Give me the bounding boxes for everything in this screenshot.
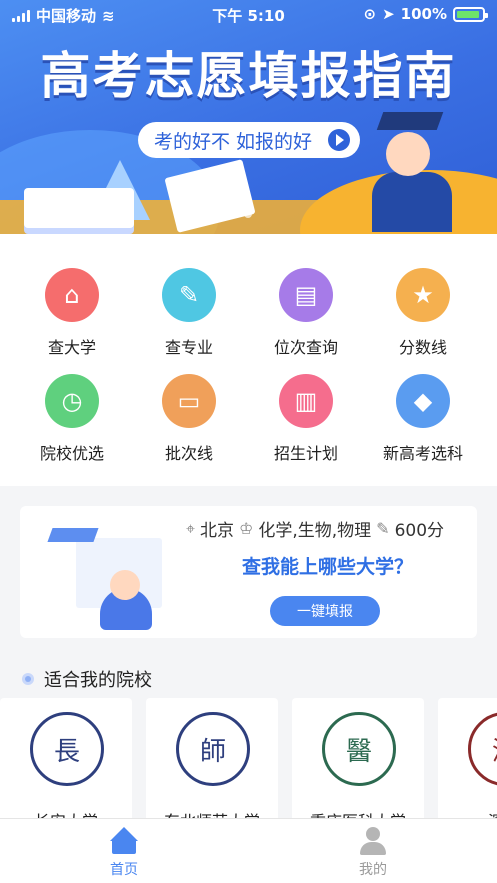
clock-icon: ◷ bbox=[45, 374, 99, 428]
books-illustration bbox=[24, 188, 134, 228]
tab-home[interactable]: 首页 bbox=[74, 827, 174, 879]
university-logo: 師 bbox=[176, 712, 250, 786]
menu-label: 位次查询 bbox=[273, 338, 338, 357]
banner-subtitle: 考的好不 如报的好 bbox=[154, 130, 313, 153]
student-illustration bbox=[47, 518, 190, 630]
menu-item-score-line[interactable]: ★ 分数线 bbox=[361, 268, 485, 358]
carousel-dot bbox=[244, 210, 252, 218]
university-card[interactable]: 長 长安大学 bbox=[0, 698, 132, 820]
menu-item-search-university[interactable]: ⌂ 查大学 bbox=[10, 268, 134, 358]
carousel-dot bbox=[200, 210, 218, 218]
play-icon bbox=[328, 129, 350, 151]
feature-menu: ⌂ 查大学 ✎ 查专业 ▤ 位次查询 ★ 分数线 ◷ 院校优选 ▭ 批次线 ▥ … bbox=[0, 234, 497, 486]
banner-subtitle-button[interactable]: 考的好不 如报的好 bbox=[138, 122, 360, 158]
university-card[interactable]: 深 深圳 bbox=[438, 698, 497, 820]
user-icon bbox=[359, 827, 387, 855]
location-arrow-icon: ➤ bbox=[382, 5, 395, 23]
location-pin-icon: ⌖ bbox=[186, 518, 196, 538]
menu-label: 招生计划 bbox=[273, 444, 338, 463]
section-title: 适合我的院校 bbox=[22, 666, 152, 692]
pencil-icon: ✎ bbox=[376, 519, 390, 538]
tab-home-label: 首页 bbox=[110, 862, 138, 878]
carousel-indicator bbox=[200, 210, 252, 218]
menu-label: 查大学 bbox=[47, 338, 96, 357]
document-icon: ▥ bbox=[279, 374, 333, 428]
menu-label: 新高考选科 bbox=[382, 444, 463, 463]
one-click-fill-button[interactable]: 一键填报 bbox=[270, 596, 380, 626]
lock-rotation-icon: ⊙ bbox=[363, 5, 377, 23]
university-logo: 深 bbox=[468, 712, 497, 786]
carousel-dot bbox=[227, 210, 235, 218]
book-icon: ▤ bbox=[279, 268, 333, 322]
university-card[interactable]: 醫 重庆医科大学 bbox=[292, 698, 424, 820]
menu-label: 查专业 bbox=[164, 338, 213, 357]
location-text: 北京 bbox=[200, 521, 235, 541]
home-icon bbox=[110, 827, 138, 855]
monitor-icon: ▭ bbox=[162, 374, 216, 428]
graduate-illustration bbox=[372, 110, 464, 232]
menu-item-school-preference[interactable]: ◷ 院校优选 bbox=[10, 374, 134, 464]
university-card[interactable]: 師 东北师范大学 bbox=[146, 698, 278, 820]
university-logo: 醫 bbox=[322, 712, 396, 786]
banner-title: 高考志愿填报指南 bbox=[40, 47, 457, 105]
user-profile-summary[interactable]: ⌖ 北京 ♔ 化学,生物,物理 ✎ 600分 bbox=[186, 516, 445, 542]
university-logo: 長 bbox=[30, 712, 104, 786]
palette-icon: ✎ bbox=[162, 268, 216, 322]
menu-item-batch-line[interactable]: ▭ 批次线 bbox=[127, 374, 251, 464]
tab-bar: 首页 我的 bbox=[0, 818, 497, 883]
banner[interactable]: 中国移动 ≋ 下午 5:10 ⊙ ➤ 100% 高考志愿填报指南 考的好不 如报… bbox=[0, 0, 497, 234]
university-list[interactable]: 長 长安大学 師 东北师范大学 醫 重庆医科大学 深 深圳 bbox=[0, 698, 497, 820]
section-title-text: 适合我的院校 bbox=[44, 670, 152, 691]
tab-mine[interactable]: 我的 bbox=[323, 827, 423, 879]
quick-fill-card: ⌖ 北京 ♔ 化学,生物,物理 ✎ 600分 查我能上哪些大学？ 一键填报 bbox=[20, 506, 477, 638]
school-icon: ⌂ bbox=[45, 268, 99, 322]
tab-mine-label: 我的 bbox=[359, 862, 387, 878]
subjects-text: 化学,生物,物理 bbox=[258, 521, 372, 541]
menu-item-enrollment-plan[interactable]: ▥ 招生计划 bbox=[244, 374, 368, 464]
graduation-cap-icon: ◆ bbox=[396, 374, 450, 428]
menu-label: 批次线 bbox=[164, 444, 213, 463]
battery-percent: 100% bbox=[400, 5, 447, 23]
menu-item-new-gaokao-subjects[interactable]: ◆ 新高考选科 bbox=[361, 374, 485, 464]
star-icon: ★ bbox=[396, 268, 450, 322]
menu-label: 院校优选 bbox=[39, 444, 104, 463]
cta-text[interactable]: 查我能上哪些大学？ bbox=[186, 552, 469, 579]
menu-item-search-major[interactable]: ✎ 查专业 bbox=[127, 268, 251, 358]
section-dot-icon bbox=[22, 673, 34, 685]
menu-label: 分数线 bbox=[398, 338, 447, 357]
battery-icon bbox=[453, 6, 488, 22]
status-bar: 中国移动 ≋ 下午 5:10 ⊙ ➤ 100% bbox=[0, 0, 497, 28]
graduation-cap-icon: ♔ bbox=[239, 519, 254, 538]
menu-item-rank-query[interactable]: ▤ 位次查询 bbox=[244, 268, 368, 358]
score-text: 600分 bbox=[394, 521, 445, 541]
